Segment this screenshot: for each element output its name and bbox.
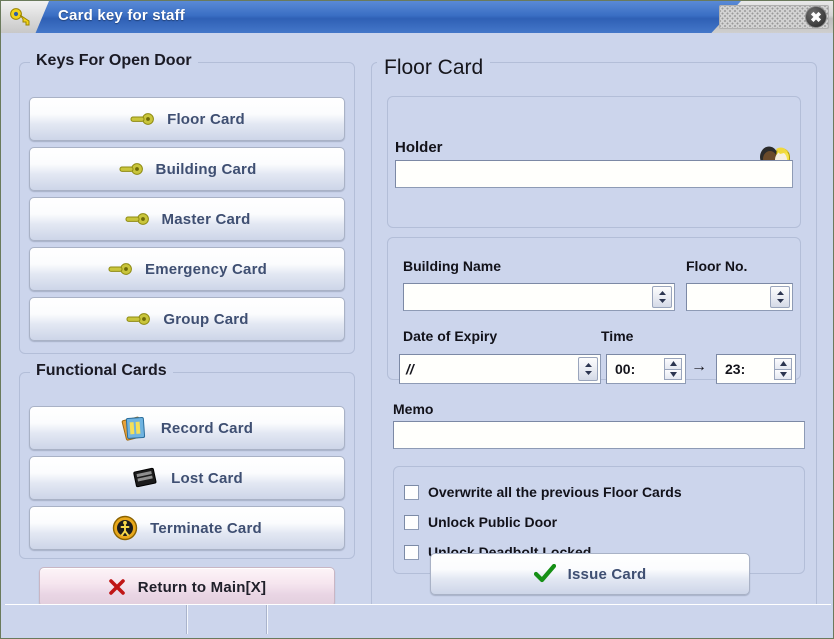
black-card-icon <box>131 466 159 490</box>
functional-group-title: Functional Cards <box>30 362 173 380</box>
spinner-up-icon[interactable] <box>664 358 682 369</box>
unlock-public-door-label: Unlock Public Door <box>428 514 558 530</box>
return-to-main-button[interactable]: Return to Main[X] <box>39 567 335 607</box>
application-window: Card key for staff ✖ Keys For Open Door … <box>0 0 834 639</box>
floor-card-button[interactable]: Floor Card <box>29 97 345 141</box>
building-card-button[interactable]: Building Card <box>29 147 345 191</box>
building-card-label: Building Card <box>155 160 257 178</box>
issue-card-button[interactable]: Issue Card <box>430 553 750 595</box>
lost-card-label: Lost Card <box>171 469 243 487</box>
title-bar: Card key for staff ✖ <box>1 1 833 33</box>
date-of-expiry-label: Date of Expiry <box>403 328 498 344</box>
time-to-value: 23: <box>725 361 746 377</box>
master-card-label: Master Card <box>161 210 251 228</box>
window-title: Card key for staff <box>58 7 185 24</box>
spinner-up-icon[interactable] <box>774 358 792 369</box>
close-icon[interactable]: ✖ <box>805 6 827 28</box>
spinner-buttons[interactable] <box>774 358 792 380</box>
floor-no-label: Floor No. <box>686 258 748 274</box>
client-area: Keys For Open Door Floor Card Building C… <box>5 34 831 632</box>
checkbox-icon[interactable] <box>404 544 419 560</box>
key-icon <box>124 211 150 227</box>
key-icon <box>10 8 30 26</box>
chevron-updown-icon[interactable] <box>578 357 598 381</box>
checkbox-icon[interactable] <box>404 484 419 500</box>
pedestrian-circle-icon <box>112 515 138 541</box>
time-from-spinner[interactable]: 00: <box>606 354 686 384</box>
building-name-label: Building Name <box>403 258 502 274</box>
floor-no-combobox[interactable] <box>686 283 793 311</box>
group-card-button[interactable]: Group Card <box>29 297 345 341</box>
status-panel-3 <box>267 605 831 634</box>
group-card-label: Group Card <box>163 310 249 328</box>
memo-input[interactable] <box>393 421 805 449</box>
emergency-card-button[interactable]: Emergency Card <box>29 247 345 291</box>
building-name-combobox[interactable] <box>403 283 675 311</box>
time-label: Time <box>601 328 634 344</box>
cards-stack-icon <box>121 415 149 441</box>
master-card-button[interactable]: Master Card <box>29 197 345 241</box>
overwrite-floor-cards-checkbox[interactable]: Overwrite all the previous Floor Cards <box>404 484 682 500</box>
return-to-main-label: Return to Main[X] <box>137 578 267 596</box>
key-icon <box>125 311 151 327</box>
status-bar <box>5 604 831 634</box>
overwrite-floor-cards-label: Overwrite all the previous Floor Cards <box>428 484 682 500</box>
holder-input[interactable] <box>395 160 793 188</box>
issue-card-label: Issue Card <box>567 565 647 583</box>
status-panel-1 <box>5 605 187 634</box>
time-to-spinner[interactable]: 23: <box>716 354 796 384</box>
time-range-arrow: → <box>691 358 707 375</box>
record-card-button[interactable]: Record Card <box>29 406 345 450</box>
chevron-updown-icon[interactable] <box>652 286 672 308</box>
lost-card-button[interactable]: Lost Card <box>29 456 345 500</box>
checkbox-icon[interactable] <box>404 514 419 530</box>
time-from-value: 00: <box>615 361 636 377</box>
terminate-card-button[interactable]: Terminate Card <box>29 506 345 550</box>
emergency-card-label: Emergency Card <box>144 260 268 278</box>
spinner-buttons[interactable] <box>664 358 682 380</box>
green-check-icon <box>533 564 556 584</box>
key-icon <box>129 111 155 127</box>
record-card-label: Record Card <box>160 419 254 437</box>
date-of-expiry-input[interactable]: // <box>399 354 601 384</box>
terminate-card-label: Terminate Card <box>150 519 262 537</box>
page-title: Floor Card <box>377 56 491 80</box>
chevron-updown-icon[interactable] <box>770 286 790 308</box>
memo-label: Memo <box>393 401 434 417</box>
spinner-down-icon[interactable] <box>774 368 792 380</box>
key-icon <box>107 261 133 277</box>
unlock-public-door-checkbox[interactable]: Unlock Public Door <box>404 514 557 530</box>
status-panel-2 <box>187 605 267 634</box>
spinner-down-icon[interactable] <box>664 368 682 380</box>
floor-card-label: Floor Card <box>167 110 245 128</box>
key-icon <box>118 161 144 177</box>
red-x-icon <box>108 578 126 596</box>
holder-label: Holder <box>395 139 443 156</box>
keys-group-title: Keys For Open Door <box>30 52 198 70</box>
date-of-expiry-value: // <box>406 361 414 377</box>
